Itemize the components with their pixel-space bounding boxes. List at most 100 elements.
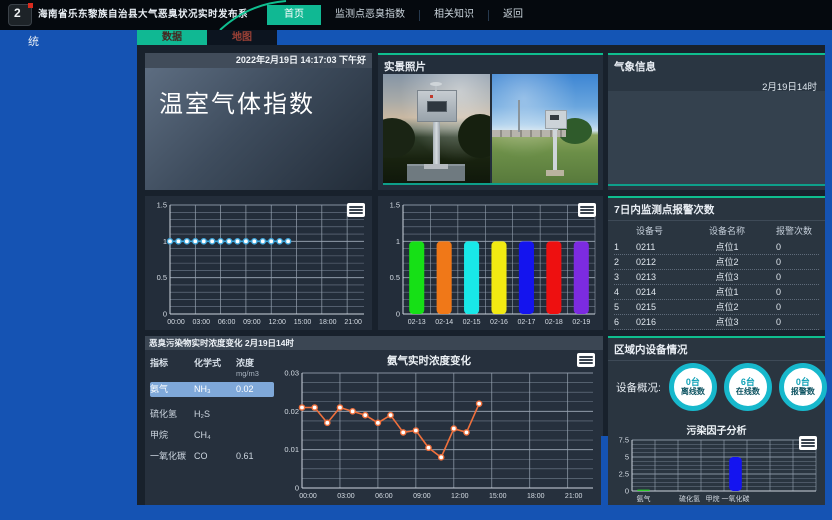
svg-text:0: 0	[163, 310, 167, 319]
monitoring-box	[417, 90, 457, 122]
svg-text:0: 0	[396, 310, 400, 319]
svg-text:06:00: 06:00	[218, 319, 236, 326]
datetime-banner: 2022年2月19日 14:17:03 下午好	[145, 53, 372, 68]
svg-text:0: 0	[625, 487, 629, 496]
svg-text:甲烷: 甲烷	[706, 494, 720, 503]
svg-text:09:00: 09:00	[413, 493, 431, 500]
odor-row-h2s[interactable]: 硫化氢H₂S	[150, 407, 274, 422]
alarm-table: 设备号 设备名称 报警次数 10211点位10 20212点位20 30213点…	[614, 222, 819, 330]
svg-text:15:00: 15:00	[294, 319, 312, 326]
svg-text:03:00: 03:00	[337, 493, 355, 500]
svg-text:15:00: 15:00	[489, 493, 507, 500]
odor-realtime-panel: 恶臭污染物实时浓度变化 2月19日14时 指标 化学式 浓度mg/m3 氨气NH…	[145, 336, 603, 505]
chart-menu-icon[interactable]	[578, 203, 596, 217]
tree-silhouette	[458, 114, 490, 158]
antenna-disc	[430, 82, 442, 86]
greenhouse-index-panel: 2022年2月19日 14:17:03 下午好 温室气体指数	[145, 53, 372, 190]
offline-count-badge: 0台 离线数	[669, 363, 717, 411]
svg-text:12:00: 12:00	[268, 319, 286, 326]
svg-text:03:00: 03:00	[193, 319, 211, 326]
svg-text:0.5: 0.5	[390, 273, 400, 282]
svg-text:0.01: 0.01	[284, 445, 299, 454]
chart-menu-icon[interactable]	[799, 436, 817, 450]
svg-text:0.5: 0.5	[157, 273, 167, 282]
odor-row-ch4[interactable]: 甲烷CH₄	[150, 428, 274, 443]
equipment-pole	[553, 126, 557, 172]
monitor-screen	[550, 115, 559, 120]
svg-text:氨气: 氨气	[637, 494, 651, 503]
device-overview-row: 设备概况: 0台 离线数 6台 在线数 0台 报警数	[608, 356, 825, 418]
odor-table: 指标 化学式 浓度mg/m3 氨气NH₃0.02 硫化氢H₂S 甲烷CH₄ 一氧…	[150, 356, 274, 464]
odor-row-nh3[interactable]: 氨气NH₃0.02	[150, 382, 274, 397]
daily-bar-chart: 00.511.502-1302-1402-1502-1602-1702-1802…	[381, 199, 600, 327]
odor-table-header: 指标 化学式 浓度mg/m3	[150, 356, 274, 378]
greenhouse-line-chart-panel: 00.511.500:0003:0006:0009:0012:0015:0018…	[145, 196, 372, 330]
logo-red-dot	[28, 3, 33, 8]
greenhouse-line-chart: 00.511.500:0003:0006:0009:0012:0015:0018…	[148, 199, 369, 327]
svg-text:02-19: 02-19	[572, 319, 590, 326]
alarm-count-badge: 0台 报警数	[779, 363, 827, 411]
svg-text:21:00: 21:00	[565, 493, 583, 500]
table-row: 10211点位10	[614, 240, 819, 255]
table-row: 30213点位30	[614, 270, 819, 285]
site-photo-dusk	[383, 74, 490, 183]
svg-text:7.5: 7.5	[619, 436, 629, 445]
nav-item-back[interactable]: 返回	[489, 5, 537, 25]
tree-silhouette	[383, 118, 415, 158]
svg-text:02-16: 02-16	[490, 319, 508, 326]
nav-item-knowledge[interactable]: 相关知识	[420, 5, 488, 25]
nav-item-odor-index[interactable]: 监测点恶臭指数	[321, 5, 419, 25]
monitor-led	[430, 95, 433, 98]
odor-row-co[interactable]: 一氧化碳CO0.61	[150, 449, 274, 464]
alarm-table-header: 设备号 设备名称 报警次数	[614, 222, 819, 240]
light-pole	[518, 100, 520, 132]
photos-container	[383, 74, 598, 185]
nav-item-home[interactable]: 首页	[267, 5, 321, 25]
table-row: 50215点位20	[614, 300, 819, 315]
factor-bar-chart: 0 2.5 5 7.5 氨气 硫化氢甲烷一氧化碳	[612, 434, 821, 504]
monitoring-box	[545, 110, 567, 129]
greenhouse-index-title: 温室气体指数	[145, 68, 372, 119]
svg-text:5: 5	[625, 453, 629, 462]
nh3-chart-title: 氨气实时浓度变化	[275, 353, 583, 368]
svg-text:00:00: 00:00	[299, 493, 317, 500]
device-overview-label: 设备概况:	[616, 380, 661, 395]
weather-info-panel: 气象信息 2月19日14时	[608, 53, 825, 190]
tab-data[interactable]: 数据	[137, 30, 207, 45]
top-bar: 2 海南省乐东黎族自治县大气恶臭状况实时发布系 首页 监测点恶臭指数 相关知识 …	[0, 0, 832, 30]
monitor-screen	[427, 101, 447, 112]
svg-text:02-18: 02-18	[545, 319, 563, 326]
dashboard-page: { "app": { "title_line1": "海南省乐东黎族自治县大气恶…	[0, 0, 832, 520]
title-wrapped-char: 统	[28, 33, 39, 49]
svg-text:1: 1	[396, 237, 400, 246]
svg-text:2.5: 2.5	[619, 470, 629, 479]
svg-text:02-14: 02-14	[435, 319, 453, 326]
nh3-line-chart: 00.010.020.0300:0003:0006:0009:0012:0015…	[276, 367, 598, 501]
site-photos-panel: 实景照片	[378, 53, 603, 190]
online-count-badge: 6台 在线数	[724, 363, 772, 411]
chart-menu-icon[interactable]	[577, 353, 595, 367]
svg-text:0.03: 0.03	[284, 369, 299, 378]
weather-body	[608, 91, 825, 186]
svg-text:0: 0	[295, 484, 299, 493]
tab-bar-filler	[277, 30, 832, 45]
svg-text:一氧化碳: 一氧化碳	[722, 494, 750, 503]
svg-text:1.5: 1.5	[390, 201, 400, 210]
pole-foot	[424, 164, 448, 169]
svg-text:1.5: 1.5	[157, 201, 167, 210]
main-nav: 首页 监测点恶臭指数 相关知识 返回	[267, 5, 537, 25]
tab-map[interactable]: 地图	[207, 30, 277, 45]
odor-panel-title: 恶臭污染物实时浓度变化 2月19日14时	[145, 336, 603, 350]
svg-text:18:00: 18:00	[527, 493, 545, 500]
svg-text:02-15: 02-15	[463, 319, 481, 326]
svg-text:12:00: 12:00	[451, 493, 469, 500]
chart-menu-icon[interactable]	[347, 203, 365, 217]
svg-text:18:00: 18:00	[319, 319, 337, 326]
svg-text:09:00: 09:00	[243, 319, 261, 326]
daily-bar-chart-panel: 00.511.502-1302-1402-1502-1602-1702-1802…	[378, 196, 603, 330]
svg-text:硫化氢: 硫化氢	[679, 494, 700, 503]
svg-text:02-17: 02-17	[517, 319, 535, 326]
app-logo-icon: 2	[8, 4, 32, 26]
alarm-count-panel: 7日内监测点报警次数 设备号 设备名称 报警次数 10211点位10 20212…	[608, 196, 825, 330]
page-background-gap	[601, 436, 608, 505]
